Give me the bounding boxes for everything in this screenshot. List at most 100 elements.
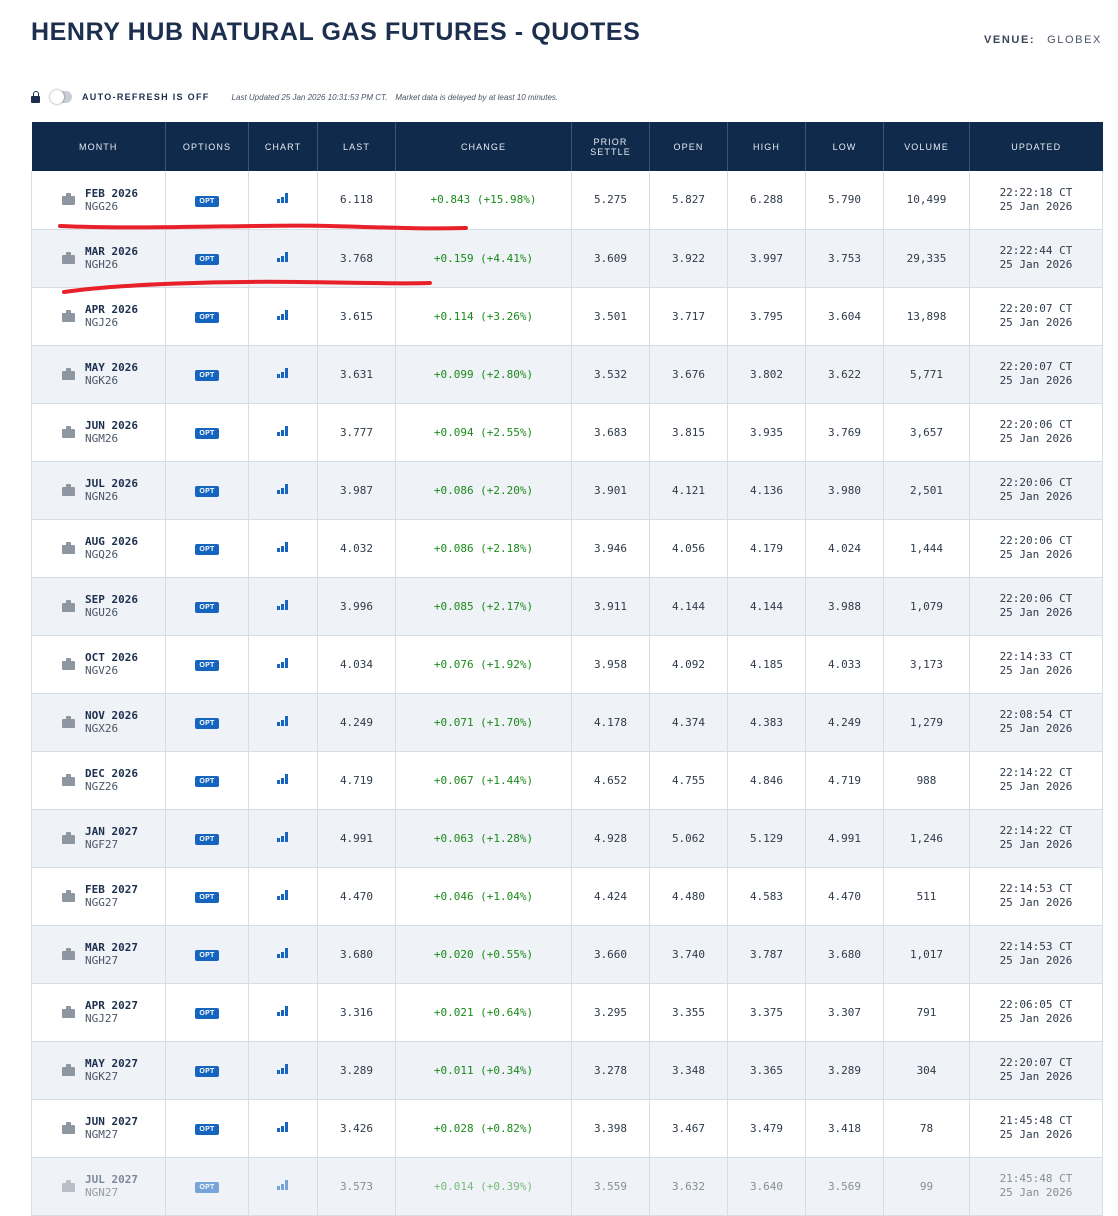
header-low[interactable]: LOW — [805, 122, 884, 171]
header-high[interactable]: HIGH — [727, 122, 806, 171]
month-cell[interactable]: MAY 2027 NGK27 — [31, 1041, 166, 1100]
auto-refresh-toggle[interactable] — [50, 90, 72, 104]
month-cell[interactable]: SEP 2026 NGU26 — [31, 577, 166, 636]
opt-button[interactable]: OPT — [195, 312, 219, 323]
bar-chart-icon[interactable] — [277, 599, 289, 610]
bar-chart-icon[interactable] — [277, 773, 289, 784]
header-month[interactable]: MONTH — [31, 122, 166, 171]
opt-button[interactable]: OPT — [195, 1008, 219, 1019]
table-row[interactable]: OCT 2026 NGV26 OPT 4.034 +0.076 (+1.92%) 3.95… — [31, 635, 1103, 694]
bar-chart-icon[interactable] — [277, 657, 289, 668]
bar-chart-icon[interactable] — [277, 541, 289, 552]
month-cell[interactable]: FEB 2026 NGG26 — [31, 171, 166, 230]
last-cell: 3.987 — [317, 461, 396, 520]
bar-chart-icon[interactable] — [277, 1005, 289, 1016]
month-cell[interactable]: APR 2027 NGJ27 — [31, 983, 166, 1042]
options-cell: OPT — [165, 693, 249, 752]
contract-code: NGQ26 — [85, 548, 119, 561]
table-row[interactable]: JUL 2026 NGN26 OPT 3.987 +0.086 (+2.20%) 3.90… — [31, 461, 1103, 520]
opt-button[interactable]: OPT — [195, 892, 219, 903]
table-row[interactable]: JUL 2027 NGN27 OPT 3.573 +0.014 (+0.39%) 3.55… — [31, 1157, 1103, 1216]
bar-chart-icon[interactable] — [277, 367, 289, 378]
opt-button[interactable]: OPT — [195, 776, 219, 787]
opt-button[interactable]: OPT — [195, 834, 219, 845]
low-cell: 3.604 — [805, 287, 884, 346]
bar-chart-icon[interactable] — [277, 425, 289, 436]
prior-settle-cell: 3.660 — [571, 925, 650, 984]
month-cell[interactable]: JUN 2026 NGM26 — [31, 403, 166, 462]
table-row[interactable]: FEB 2027 NGG27 OPT 4.470 +0.046 (+1.04%) 4.42… — [31, 867, 1103, 926]
change-cell: +0.099 (+2.80%) — [395, 345, 572, 404]
opt-button[interactable]: OPT — [195, 1066, 219, 1077]
updated-date: 25 Jan 2026 — [999, 1012, 1073, 1025]
venue-selector[interactable]: VENUE: GLOBEX — [984, 34, 1102, 46]
table-row[interactable]: MAR 2026 NGH26 OPT 3.768 +0.159 (+4.41%) 3.60… — [31, 229, 1103, 288]
bar-chart-icon[interactable] — [277, 1121, 289, 1132]
bar-chart-icon[interactable] — [277, 193, 289, 204]
month-cell[interactable]: DEC 2026 NGZ26 — [31, 751, 166, 810]
bar-chart-icon[interactable] — [277, 947, 289, 958]
table-row[interactable]: AUG 2026 NGQ26 OPT 4.032 +0.086 (+2.18%) 3.94… — [31, 519, 1103, 578]
options-cell: OPT — [165, 577, 249, 636]
low-cell: 4.470 — [805, 867, 884, 926]
last-cell: 3.768 — [317, 229, 396, 288]
month-cell[interactable]: JUN 2027 NGM27 — [31, 1099, 166, 1158]
opt-button[interactable]: OPT — [195, 1124, 219, 1135]
table-row[interactable]: FEB 2026 NGG26 OPT 6.118 +0.843 (+15.98%) 5.2… — [31, 171, 1103, 230]
month-cell[interactable]: JAN 2027 NGF27 — [31, 809, 166, 868]
month-cell[interactable]: JUL 2026 NGN26 — [31, 461, 166, 520]
table-row[interactable]: MAR 2027 NGH27 OPT 3.680 +0.020 (+0.55%) 3.66… — [31, 925, 1103, 984]
opt-button[interactable]: OPT — [195, 486, 219, 497]
bar-chart-icon[interactable] — [277, 715, 289, 726]
table-row[interactable]: APR 2027 NGJ27 OPT 3.316 +0.021 (+0.64%) 3.29… — [31, 983, 1103, 1042]
header-volume[interactable]: VOLUME — [883, 122, 970, 171]
header-updated[interactable]: UPDATED — [969, 122, 1103, 171]
month-cell[interactable]: APR 2026 NGJ26 — [31, 287, 166, 346]
month-cell[interactable]: MAR 2026 NGH26 — [31, 229, 166, 288]
table-row[interactable]: DEC 2026 NGZ26 OPT 4.719 +0.067 (+1.44%) 4.65… — [31, 751, 1103, 810]
month-cell[interactable]: AUG 2026 NGQ26 — [31, 519, 166, 578]
table-row[interactable]: SEP 2026 NGU26 OPT 3.996 +0.085 (+2.17%) 3.91… — [31, 577, 1103, 636]
month-cell[interactable]: JUL 2027 NGN27 — [31, 1157, 166, 1216]
opt-button[interactable]: OPT — [195, 428, 219, 439]
month-cell[interactable]: OCT 2026 NGV26 — [31, 635, 166, 694]
low-cell: 3.569 — [805, 1157, 884, 1216]
bar-chart-icon[interactable] — [277, 831, 289, 842]
briefcase-icon — [62, 367, 75, 380]
opt-button[interactable]: OPT — [195, 602, 219, 613]
chart-cell — [248, 1157, 318, 1216]
opt-button[interactable]: OPT — [195, 370, 219, 381]
header-last[interactable]: LAST — [317, 122, 396, 171]
header-change[interactable]: CHANGE — [395, 122, 572, 171]
opt-button[interactable]: OPT — [195, 718, 219, 729]
opt-button[interactable]: OPT — [195, 660, 219, 671]
table-row[interactable]: JAN 2027 NGF27 OPT 4.991 +0.063 (+1.28%) 4.92… — [31, 809, 1103, 868]
bar-chart-icon[interactable] — [277, 889, 289, 900]
bar-chart-icon[interactable] — [277, 251, 289, 262]
opt-button[interactable]: OPT — [195, 950, 219, 961]
month-cell[interactable]: MAY 2026 NGK26 — [31, 345, 166, 404]
bar-chart-icon[interactable] — [277, 1179, 289, 1190]
header-open[interactable]: OPEN — [649, 122, 728, 171]
refresh-bar: AUTO-REFRESH IS OFF Last Updated 25 Jan … — [31, 89, 558, 105]
prior-settle-cell: 3.901 — [571, 461, 650, 520]
bar-chart-icon[interactable] — [277, 1063, 289, 1074]
bar-chart-icon[interactable] — [277, 483, 289, 494]
opt-button[interactable]: OPT — [195, 195, 219, 207]
header-prior-settle[interactable]: PRIOR SETTLE — [571, 122, 650, 171]
table-row[interactable]: JUN 2027 NGM27 OPT 3.426 +0.028 (+0.82%) 3.39… — [31, 1099, 1103, 1158]
table-row[interactable]: JUN 2026 NGM26 OPT 3.777 +0.094 (+2.55%) 3.68… — [31, 403, 1103, 462]
low-cell: 3.307 — [805, 983, 884, 1042]
table-row[interactable]: NOV 2026 NGX26 OPT 4.249 +0.071 (+1.70%) 4.17… — [31, 693, 1103, 752]
month-cell[interactable]: NOV 2026 NGX26 — [31, 693, 166, 752]
table-row[interactable]: APR 2026 NGJ26 OPT 3.615 +0.114 (+3.26%) 3.50… — [31, 287, 1103, 346]
opt-button[interactable]: OPT — [195, 544, 219, 555]
opt-button[interactable]: OPT — [195, 1182, 219, 1193]
month-cell[interactable]: FEB 2027 NGG27 — [31, 867, 166, 926]
bar-chart-icon[interactable] — [277, 309, 289, 320]
month-cell[interactable]: MAR 2027 NGH27 — [31, 925, 166, 984]
table-row[interactable]: MAY 2026 NGK26 OPT 3.631 +0.099 (+2.80%) 3.53… — [31, 345, 1103, 404]
table-row[interactable]: MAY 2027 NGK27 OPT 3.289 +0.011 (+0.34%) 3.27… — [31, 1041, 1103, 1100]
venue-value[interactable]: GLOBEX — [1047, 34, 1102, 46]
opt-button[interactable]: OPT — [195, 254, 219, 265]
